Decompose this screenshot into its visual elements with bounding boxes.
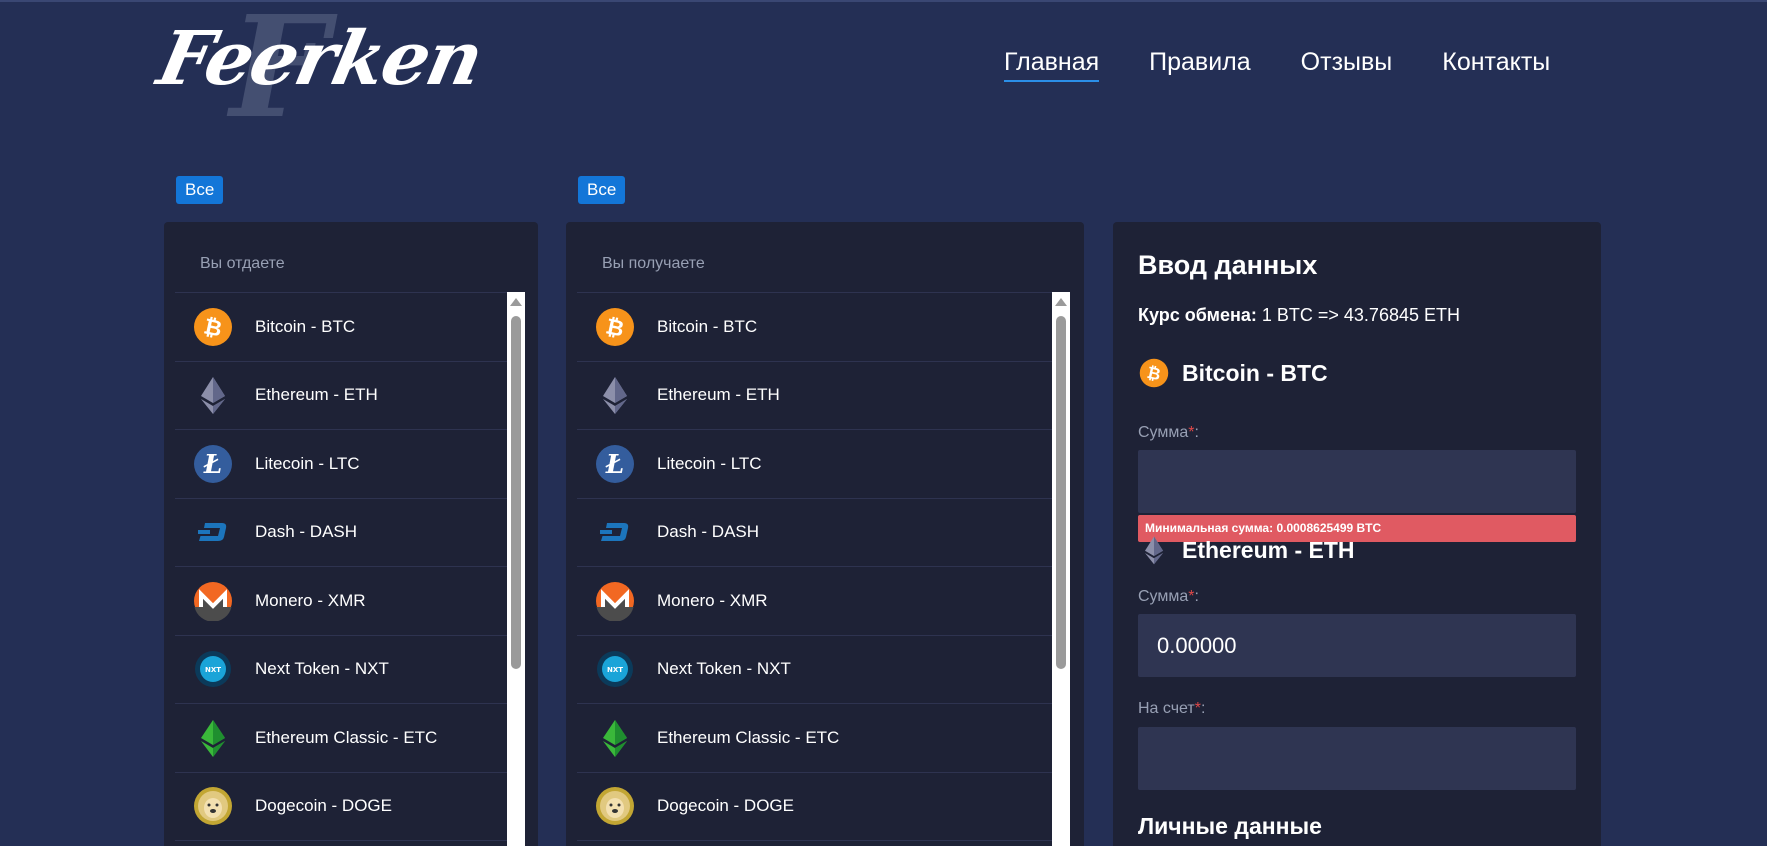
svg-text:NXT: NXT [205, 666, 221, 674]
ethereum-classic-icon [193, 718, 233, 758]
nav-item-reviews[interactable]: Отзывы [1301, 48, 1393, 82]
give-coin-heading: ₿ Bitcoin - BTC [1138, 357, 1328, 389]
monero-icon [595, 581, 635, 621]
exchange-rate-value: 1 BTC => 43.76845 ETH [1261, 305, 1460, 325]
give-coin-name: Bitcoin - BTC [1182, 359, 1328, 386]
account-label: На счет*: [1138, 700, 1206, 717]
receive-currency-list: ₿ Bitcoin - BTC Ethereum - ETH Ł Litecoin - … [577, 292, 1064, 841]
nav-item-home[interactable]: Главная [1004, 48, 1100, 82]
give-scroll-thumb[interactable] [511, 316, 521, 669]
give-panel-header: Вы отдаете [200, 255, 285, 272]
give-amount-label: Сумма*: [1138, 424, 1199, 441]
give-filter-all-button[interactable]: Все [176, 176, 224, 204]
svg-text:Ł: Ł [203, 450, 222, 480]
svg-text:NXT: NXT [607, 666, 623, 674]
give-currency-item[interactable]: NXT Next Token - NXT [175, 636, 515, 704]
receive-currency-item[interactable]: Ł Litecoin - LTC [577, 430, 1064, 499]
account-input[interactable] [1138, 727, 1576, 790]
currency-label: Monero - XMR [255, 590, 366, 610]
nxt-icon: NXT [595, 649, 635, 689]
bitcoin-icon: ₿ [595, 307, 635, 347]
exchange-rate-label: Курс обмена [1138, 305, 1251, 325]
bitcoin-icon: ₿ [1138, 357, 1170, 389]
ethereum-classic-icon [595, 718, 635, 758]
ethereum-icon [1138, 534, 1170, 566]
give-amount-input[interactable] [1138, 450, 1576, 513]
currency-label: Dogecoin - DOGE [255, 796, 392, 816]
dash-icon [193, 512, 233, 552]
receive-list-scrollbar[interactable] [1052, 292, 1070, 846]
currency-label: Ethereum Classic - ETC [255, 727, 438, 747]
currency-label: Next Token - NXT [657, 659, 791, 679]
give-currency-item[interactable]: Monero - XMR [175, 567, 515, 636]
exchange-form-panel: Ввод данных Курс обмена: 1 BTC => 43.768… [1113, 222, 1601, 846]
give-currency-item[interactable]: Ethereum - ETH [175, 362, 515, 430]
receive-currency-panel: Вы получаете ₿ Bitcoin - BTC Ethereum - ET… [566, 222, 1084, 846]
logo-wordmark: Feerken [150, 16, 489, 102]
give-list-scrollbar[interactable] [507, 292, 525, 846]
currency-label: Ethereum - ETH [657, 385, 780, 405]
currency-label: Dash - DASH [657, 522, 760, 542]
give-currency-item[interactable]: Ethereum Classic - ETC [175, 704, 515, 773]
nav-item-rules[interactable]: Правила [1149, 48, 1251, 82]
litecoin-icon: Ł [193, 444, 233, 484]
dogecoin-icon [595, 786, 635, 826]
ethereum-icon [193, 375, 233, 415]
currency-label: Bitcoin - BTC [255, 316, 356, 336]
exchange-rate: Курс обмена: 1 BTC => 43.76845 ETH [1138, 305, 1460, 325]
logo[interactable]: F Feerken [151, 0, 489, 138]
scroll-up-icon[interactable] [1055, 298, 1067, 306]
scroll-up-icon[interactable] [510, 298, 522, 306]
give-currency-item[interactable]: Dash - DASH [175, 499, 515, 567]
currency-label: Bitcoin - BTC [657, 316, 758, 336]
currency-label: Monero - XMR [657, 590, 768, 610]
nav-item-contacts[interactable]: Контакты [1442, 48, 1550, 82]
give-currency-panel: Вы отдаете ₿ Bitcoin - BTC Ethereum - ETH Ł… [164, 222, 538, 846]
form-title: Ввод данных [1138, 250, 1318, 280]
receive-currency-item[interactable]: Monero - XMR [577, 567, 1064, 636]
receive-currency-item[interactable]: NXT Next Token - NXT [577, 636, 1064, 704]
main-nav: Главная Правила Отзывы Контакты [1004, 48, 1600, 82]
currency-label: Ethereum Classic - ETC [657, 727, 840, 747]
currency-label: Ethereum - ETH [255, 385, 378, 405]
receive-filter-all-button[interactable]: Все [578, 176, 626, 204]
personal-data-title: Личные данные [1138, 813, 1322, 839]
bitcoin-icon: ₿ [193, 307, 233, 347]
litecoin-icon: Ł [595, 444, 635, 484]
receive-currency-item[interactable]: Ethereum Classic - ETC [577, 704, 1064, 773]
monero-icon [193, 581, 233, 621]
nxt-icon: NXT [193, 649, 233, 689]
receive-currency-item[interactable]: ₿ Bitcoin - BTC [577, 293, 1064, 362]
currency-label: Next Token - NXT [255, 659, 389, 679]
receive-currency-item[interactable]: Dogecoin - DOGE [577, 773, 1064, 841]
currency-label: Dogecoin - DOGE [657, 796, 794, 816]
receive-panel-header: Вы получаете [602, 255, 705, 272]
dash-icon [595, 512, 635, 552]
receive-scroll-thumb[interactable] [1056, 316, 1066, 669]
receive-amount-input[interactable] [1138, 614, 1576, 677]
receive-amount-label: Сумма*: [1138, 588, 1199, 605]
dogecoin-icon [193, 786, 233, 826]
receive-currency-item[interactable]: Dash - DASH [577, 499, 1064, 567]
give-currency-list: ₿ Bitcoin - BTC Ethereum - ETH Ł Litecoin - … [175, 292, 515, 841]
receive-currency-item[interactable]: Ethereum - ETH [577, 362, 1064, 430]
give-currency-item[interactable]: Ł Litecoin - LTC [175, 430, 515, 499]
give-currency-item[interactable]: ₿ Bitcoin - BTC [175, 293, 515, 362]
ethereum-icon [595, 375, 635, 415]
currency-label: Dash - DASH [255, 522, 358, 542]
currency-label: Litecoin - LTC [255, 453, 360, 473]
give-currency-item[interactable]: Dogecoin - DOGE [175, 773, 515, 841]
svg-text:Ł: Ł [605, 450, 624, 480]
receive-coin-name: Ethereum - ETH [1182, 536, 1355, 563]
receive-coin-heading: Ethereum - ETH [1138, 534, 1355, 566]
currency-label: Litecoin - LTC [657, 453, 762, 473]
